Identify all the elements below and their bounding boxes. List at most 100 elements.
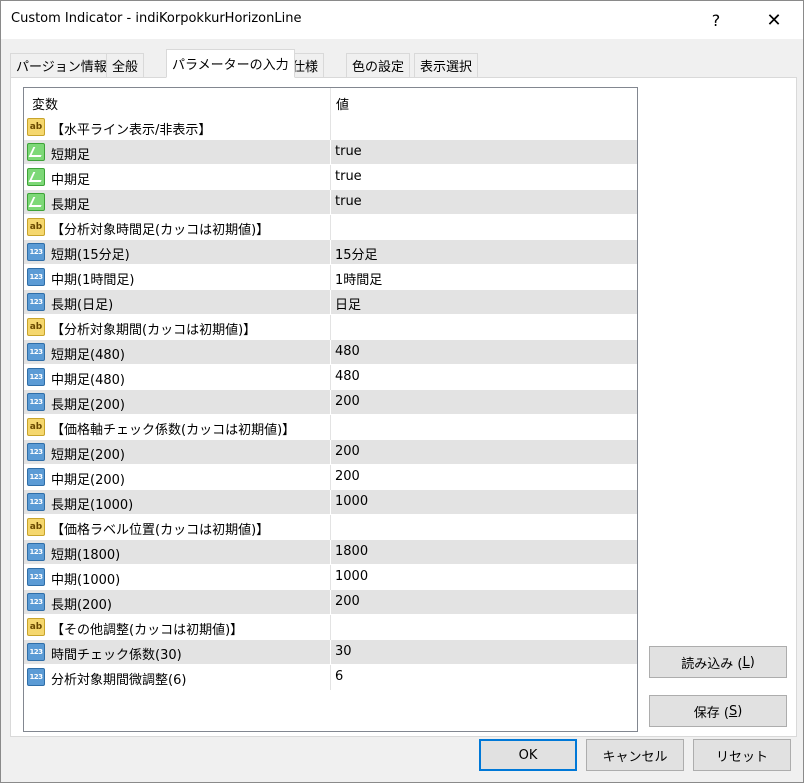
string-param-icon: ab <box>27 318 45 336</box>
number-param-icon: 123 <box>27 368 45 386</box>
load-button-suffix: ) <box>749 654 755 670</box>
tab-display-selection[interactable]: 表示選択 <box>414 53 479 77</box>
parameter-value[interactable]: 日足 <box>335 294 361 313</box>
parameter-grid[interactable]: 変数 値 ab 【水平ライン表示/非表示】 短期足 true 中期足 true 長期足 tru… <box>23 87 638 732</box>
parameter-row[interactable]: ab 【その他調整(カッコは初期値)】 <box>24 615 637 640</box>
cancel-button[interactable]: キャンセル <box>586 739 684 771</box>
parameter-row[interactable]: ab 【水平ライン表示/非表示】 <box>24 115 637 140</box>
parameter-row[interactable]: 123 短期足(480) 480 <box>24 340 637 365</box>
parameter-value[interactable]: 480 <box>335 369 360 384</box>
string-param-icon: ab <box>27 618 45 636</box>
cell-divider <box>330 590 331 615</box>
parameter-row[interactable]: 123 時間チェック係数(30) 30 <box>24 640 637 665</box>
parameter-value[interactable]: true <box>335 169 362 184</box>
parameter-name: 長期足(1000) <box>51 498 134 513</box>
parameter-row[interactable]: 短期足 true <box>24 140 637 165</box>
cell-divider <box>330 340 331 365</box>
cell-divider <box>330 165 331 190</box>
string-param-icon: ab <box>27 518 45 536</box>
bool-param-icon <box>27 193 45 211</box>
window-title: Custom Indicator - indiKorpokkurHorizonL… <box>11 11 302 26</box>
load-button-key: L <box>742 654 750 670</box>
column-header-variable[interactable]: 変数 <box>32 94 58 113</box>
load-button[interactable]: 読み込み (L) <box>649 646 787 678</box>
parameter-value[interactable]: 200 <box>335 469 360 484</box>
parameter-value[interactable]: 1800 <box>335 544 368 559</box>
bool-param-icon <box>27 143 45 161</box>
parameter-name: 中期足(200) <box>51 473 125 488</box>
parameter-row[interactable]: 123 長期(200) 200 <box>24 590 637 615</box>
tab-general[interactable]: 全般 <box>106 53 145 77</box>
save-button-suffix: ) <box>737 703 743 719</box>
parameter-value[interactable]: 30 <box>335 644 352 659</box>
tab-colors[interactable]: 色の設定 <box>346 53 411 77</box>
parameter-value[interactable]: 1000 <box>335 494 368 509</box>
parameter-row[interactable]: 123 短期(1800) 1800 <box>24 540 637 565</box>
parameter-value[interactable]: 6 <box>335 669 343 684</box>
help-button[interactable]: ? <box>693 1 739 39</box>
parameter-row[interactable]: 123 分析対象期間微調整(6) 6 <box>24 665 637 690</box>
cell-divider <box>330 465 331 490</box>
number-param-icon: 123 <box>27 393 45 411</box>
parameter-name: 中期足 <box>51 173 91 188</box>
custom-indicator-dialog: Custom Indicator - indiKorpokkurHorizonL… <box>0 0 804 783</box>
parameter-row[interactable]: ab 【価格軸チェック係数(カッコは初期値)】 <box>24 415 637 440</box>
parameter-value[interactable]: true <box>335 144 362 159</box>
parameter-row[interactable]: ab 【分析対象期間(カッコは初期値)】 <box>24 315 637 340</box>
parameter-row[interactable]: ab 【分析対象時間足(カッコは初期値)】 <box>24 215 637 240</box>
parameter-name: 長期足(200) <box>51 398 125 413</box>
number-param-icon: 123 <box>27 568 45 586</box>
cell-divider <box>330 215 331 240</box>
number-param-icon: 123 <box>27 643 45 661</box>
parameter-row[interactable]: 123 中期(1時間足) 1時間足 <box>24 265 637 290</box>
reset-button[interactable]: リセット <box>693 739 791 771</box>
number-param-icon: 123 <box>27 343 45 361</box>
load-button-label: 読み込み ( <box>681 656 743 672</box>
cell-divider <box>330 240 331 265</box>
parameter-row[interactable]: 123 中期足(200) 200 <box>24 465 637 490</box>
save-button[interactable]: 保存 (S) <box>649 695 787 727</box>
title-bar: Custom Indicator - indiKorpokkurHorizonL… <box>1 1 803 39</box>
column-header-value[interactable]: 値 <box>336 94 349 113</box>
number-param-icon: 123 <box>27 268 45 286</box>
parameter-row[interactable]: 123 短期(15分足) 15分足 <box>24 240 637 265</box>
cell-divider <box>330 190 331 215</box>
close-button[interactable]: ✕ <box>751 1 797 39</box>
cell-divider <box>330 640 331 665</box>
tab-parameters[interactable]: パラメーターの入力 <box>166 49 295 78</box>
parameter-value[interactable]: true <box>335 194 362 209</box>
string-param-icon: ab <box>27 418 45 436</box>
parameter-row[interactable]: 123 中期足(480) 480 <box>24 365 637 390</box>
parameter-value[interactable]: 1000 <box>335 569 368 584</box>
parameter-value[interactable]: 200 <box>335 594 360 609</box>
parameter-name: 短期足(480) <box>51 348 125 363</box>
bool-param-icon <box>27 168 45 186</box>
save-button-label: 保存 ( <box>693 705 729 721</box>
number-param-icon: 123 <box>27 593 45 611</box>
parameter-value[interactable]: 15分足 <box>335 244 378 263</box>
grid-header: 変数 値 <box>24 88 637 115</box>
parameter-row[interactable]: 123 長期足(200) 200 <box>24 390 637 415</box>
parameter-name: 中期足(480) <box>51 373 125 388</box>
tab-strip: パージョン情報 全般 パラメーターの入力 仕様 色の設定 表示選択 <box>10 49 790 78</box>
parameter-value[interactable]: 200 <box>335 444 360 459</box>
parameter-row[interactable]: ab 【価格ラベル位置(カッコは初期値)】 <box>24 515 637 540</box>
parameter-name: 短期(15分足) <box>51 248 130 263</box>
parameter-row[interactable]: 長期足 true <box>24 190 637 215</box>
cell-divider <box>330 565 331 590</box>
parameter-value[interactable]: 200 <box>335 394 360 409</box>
parameter-row[interactable]: 123 中期(1000) 1000 <box>24 565 637 590</box>
parameter-value[interactable]: 480 <box>335 344 360 359</box>
ok-button[interactable]: OK <box>479 739 577 771</box>
parameter-value[interactable]: 1時間足 <box>335 269 382 288</box>
parameter-name: 【価格軸チェック係数(カッコは初期値)】 <box>51 423 296 438</box>
tab-version-info[interactable]: パージョン情報 <box>10 53 113 77</box>
parameter-name: 【分析対象期間(カッコは初期値)】 <box>51 323 257 338</box>
parameter-row[interactable]: 123 長期(日足) 日足 <box>24 290 637 315</box>
parameter-row[interactable]: 123 短期足(200) 200 <box>24 440 637 465</box>
number-param-icon: 123 <box>27 243 45 261</box>
header-divider[interactable] <box>330 88 331 115</box>
cell-divider <box>330 515 331 540</box>
parameter-row[interactable]: 123 長期足(1000) 1000 <box>24 490 637 515</box>
parameter-row[interactable]: 中期足 true <box>24 165 637 190</box>
